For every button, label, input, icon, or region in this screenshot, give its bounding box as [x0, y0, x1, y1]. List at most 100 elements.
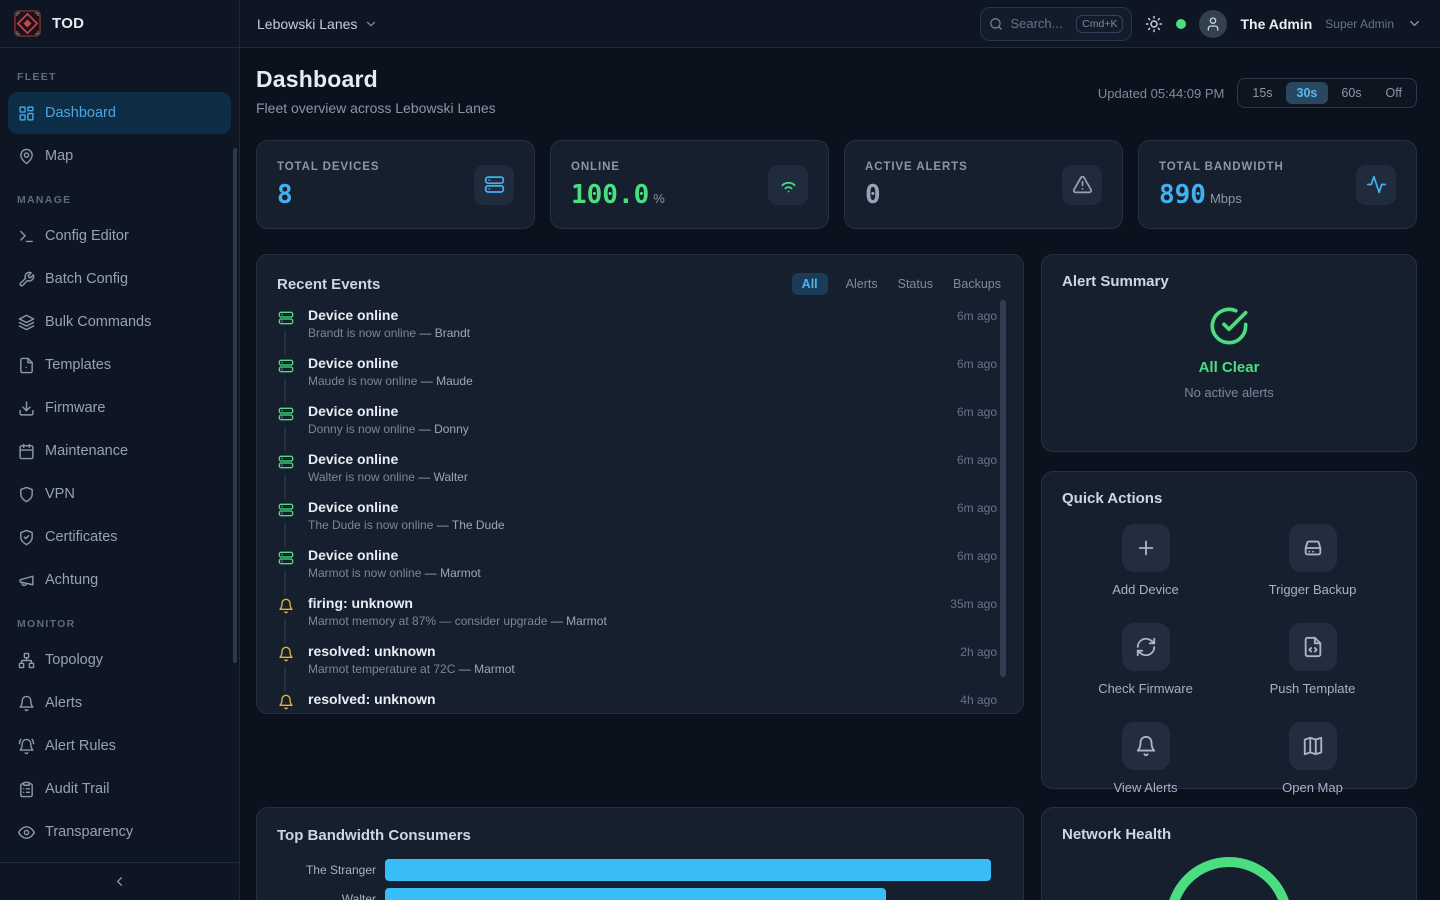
- bandwidth-bar: [385, 888, 886, 900]
- sidebar-item-dashboard[interactable]: Dashboard: [8, 92, 231, 134]
- sidebar-item-label: Alert Rules: [45, 738, 116, 754]
- alert-summary-panel: Alert Summary All Clear No active alerts: [1041, 254, 1417, 452]
- refresh-option-15s[interactable]: 15s: [1241, 82, 1283, 104]
- stat-card-online: ONLINE 100.0%: [550, 140, 829, 229]
- sidebar-item-label: Certificates: [45, 529, 118, 545]
- sidebar-item-label: Config Editor: [45, 228, 129, 244]
- bell-icon: [277, 595, 295, 619]
- health-ring: 100: [1166, 857, 1292, 900]
- terminal-icon: [17, 228, 35, 245]
- theme-toggle-button[interactable]: [1145, 15, 1163, 33]
- event-time: 4h ago: [960, 693, 997, 707]
- user-name: The Admin: [1240, 16, 1312, 32]
- quick-actions-title: Quick Actions: [1062, 490, 1396, 507]
- server-icon: [474, 165, 514, 205]
- page-title: Dashboard: [256, 66, 496, 93]
- view-alerts-button[interactable]: View Alerts: [1062, 722, 1229, 795]
- event-row[interactable]: Device online6m ago Marmot is now online…: [277, 547, 997, 595]
- user-menu-chevron-icon[interactable]: [1407, 16, 1422, 31]
- recent-events-panel: Recent Events All Alerts Status Backups …: [256, 254, 1024, 714]
- sidebar-item-achtung[interactable]: Achtung: [8, 559, 231, 601]
- event-meta: Donny is now online — Donny: [308, 422, 997, 436]
- bandwidth-device-label: Walter: [277, 892, 385, 900]
- event-title: Device online: [308, 547, 398, 563]
- hard-drive-icon: [1289, 524, 1337, 572]
- tab-alerts[interactable]: Alerts: [844, 273, 880, 295]
- tab-status[interactable]: Status: [896, 273, 935, 295]
- bell-ring-icon: [17, 738, 35, 755]
- stat-label: ACTIVE ALERTS: [865, 161, 968, 173]
- sidebar-item-alerts[interactable]: Alerts: [8, 682, 231, 724]
- event-title: firing: unknown: [308, 595, 413, 611]
- megaphone-icon: [17, 572, 35, 589]
- event-row[interactable]: firing: unknown35m ago Marmot memory at …: [277, 595, 997, 643]
- sidebar-collapse-button[interactable]: [0, 862, 239, 900]
- quick-action-label: Check Firmware: [1098, 681, 1193, 696]
- search-placeholder: Search...: [1010, 16, 1069, 31]
- refresh-option-30s[interactable]: 30s: [1286, 82, 1329, 104]
- bandwidth-device-label: The Stranger: [277, 863, 385, 877]
- sidebar-item-transparency[interactable]: Transparency: [8, 811, 231, 853]
- tab-all[interactable]: All: [792, 273, 828, 295]
- events-scrollbar[interactable]: [1000, 300, 1006, 677]
- sidebar-item-topology[interactable]: Topology: [8, 639, 231, 681]
- sidebar-item-templates[interactable]: Templates: [8, 344, 231, 386]
- event-title: resolved: unknown: [308, 643, 436, 659]
- sidebar-item-alert-rules[interactable]: Alert Rules: [8, 725, 231, 767]
- bandwidth-row: Walter: [277, 888, 1003, 900]
- wifi-icon: [768, 165, 808, 205]
- server-icon: [277, 403, 295, 427]
- sidebar-item-maintenance[interactable]: Maintenance: [8, 430, 231, 472]
- open-map-button[interactable]: Open Map: [1229, 722, 1396, 795]
- sidebar-scrollbar[interactable]: [233, 148, 237, 663]
- wrench-icon: [17, 271, 35, 288]
- add-device-button[interactable]: Add Device: [1062, 524, 1229, 597]
- quick-actions-panel: Quick Actions Add Device Trigger Backup …: [1041, 471, 1417, 789]
- event-time: 6m ago: [957, 501, 997, 515]
- refresh-option-60s[interactable]: 60s: [1330, 82, 1372, 104]
- stat-label: ONLINE: [571, 161, 665, 173]
- recent-events-title: Recent Events: [277, 276, 380, 293]
- event-meta: Marmot is now online — Marmot: [308, 566, 997, 580]
- sidebar-item-certificates[interactable]: Certificates: [8, 516, 231, 558]
- event-row[interactable]: resolved: unknown4h ago: [277, 691, 997, 714]
- topbar: TOD Lebowski Lanes Search... Cmd+K The A…: [0, 0, 1440, 48]
- fleet-selector[interactable]: Lebowski Lanes: [257, 16, 378, 32]
- bandwidth-bar: [385, 859, 991, 881]
- user-role: Super Admin: [1325, 17, 1394, 31]
- sidebar-item-audit-trail[interactable]: Audit Trail: [8, 768, 231, 810]
- sidebar-item-config-editor[interactable]: Config Editor: [8, 215, 231, 257]
- event-row[interactable]: Device online6m ago Walter is now online…: [277, 451, 997, 499]
- tab-backups[interactable]: Backups: [951, 273, 1003, 295]
- trigger-backup-button[interactable]: Trigger Backup: [1229, 524, 1396, 597]
- server-icon: [277, 451, 295, 475]
- bandwidth-title: Top Bandwidth Consumers: [277, 827, 1003, 844]
- sidebar-item-batch-config[interactable]: Batch Config: [8, 258, 231, 300]
- map-pin-icon: [17, 148, 35, 165]
- event-row[interactable]: Device online6m ago The Dude is now onli…: [277, 499, 997, 547]
- event-title: Device online: [308, 451, 398, 467]
- stat-unit: Mbps: [1210, 191, 1242, 206]
- refresh-interval-control: 15s 30s 60s Off: [1237, 78, 1417, 108]
- alert-summary-title: Alert Summary: [1062, 273, 1396, 290]
- event-row[interactable]: Device online6m ago Maude is now online …: [277, 355, 997, 403]
- event-row[interactable]: Device online6m ago Brandt is now online…: [277, 307, 997, 355]
- sidebar-item-map[interactable]: Map: [8, 135, 231, 177]
- events-filter-tabs: All Alerts Status Backups: [792, 273, 1003, 295]
- network-health-title: Network Health: [1062, 826, 1396, 843]
- event-row[interactable]: Device online6m ago Donny is now online …: [277, 403, 997, 451]
- push-template-button[interactable]: Push Template: [1229, 623, 1396, 696]
- refresh-option-off[interactable]: Off: [1375, 82, 1413, 104]
- events-list: Device online6m ago Brandt is now online…: [257, 305, 1023, 714]
- event-meta: Marmot memory at 87% — consider upgrade …: [308, 614, 997, 628]
- check-firmware-button[interactable]: Check Firmware: [1062, 623, 1229, 696]
- sidebar-item-bulk-commands[interactable]: Bulk Commands: [8, 301, 231, 343]
- search-input[interactable]: Search... Cmd+K: [980, 7, 1132, 41]
- sidebar-item-vpn[interactable]: VPN: [8, 473, 231, 515]
- sidebar-item-label: Firmware: [45, 400, 105, 416]
- stat-card-total-devices: TOTAL DEVICES 8: [256, 140, 535, 229]
- avatar[interactable]: [1199, 10, 1227, 38]
- event-row[interactable]: resolved: unknown2h ago Marmot temperatu…: [277, 643, 997, 691]
- sidebar-item-firmware[interactable]: Firmware: [8, 387, 231, 429]
- activity-icon: [1356, 165, 1396, 205]
